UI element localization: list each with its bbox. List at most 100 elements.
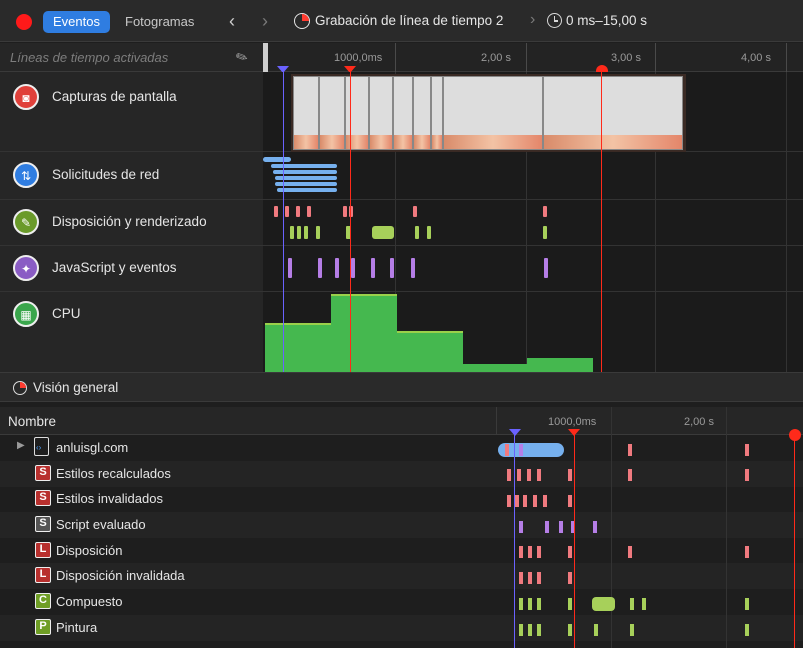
layout-event[interactable] <box>505 444 509 456</box>
cpu-bar[interactable] <box>331 294 397 372</box>
layout-event[interactable] <box>528 546 532 558</box>
breadcrumb-time-range[interactable]: 0 ms–15,00 s <box>566 13 647 28</box>
layout-event[interactable] <box>528 572 532 584</box>
disclosure-triangle-icon[interactable]: ▶ <box>17 440 25 451</box>
layout-event[interactable] <box>568 495 572 507</box>
screenshot-thumbnail[interactable] <box>293 76 319 150</box>
paint-event[interactable] <box>594 624 598 636</box>
tab-events[interactable]: Eventos <box>43 11 110 33</box>
lane-cpu[interactable]: ▦ CPU <box>0 292 263 372</box>
paint-event[interactable] <box>537 624 541 636</box>
paint-event[interactable] <box>543 226 547 239</box>
paint-event[interactable] <box>528 598 532 610</box>
paint-event[interactable] <box>630 598 634 610</box>
network-request-bar[interactable] <box>275 176 337 180</box>
record-button[interactable] <box>16 14 32 30</box>
cpu-bar[interactable] <box>397 331 463 372</box>
script-event[interactable] <box>519 444 523 456</box>
paint-event[interactable] <box>528 624 532 636</box>
script-event[interactable] <box>593 521 597 533</box>
layout-event[interactable] <box>519 546 523 558</box>
screenshot-thumbnail[interactable] <box>345 76 369 150</box>
layout-event[interactable] <box>537 572 541 584</box>
network-request-bar[interactable] <box>271 164 337 168</box>
layout-event[interactable] <box>537 469 541 481</box>
layout-event[interactable] <box>543 206 547 217</box>
table-timeline[interactable] <box>497 407 803 648</box>
timeline-ruler[interactable]: 1000,0ms 2,00 s 3,00 s 4,00 s <box>263 43 803 77</box>
paint-event[interactable] <box>519 598 523 610</box>
layout-event[interactable] <box>523 495 527 507</box>
paint-event[interactable] <box>427 226 431 239</box>
layout-event[interactable] <box>628 444 632 456</box>
paint-event[interactable] <box>415 226 419 239</box>
paint-event[interactable] <box>537 598 541 610</box>
forward-chevron-icon[interactable]: › <box>262 9 268 33</box>
paint-event[interactable] <box>372 226 394 239</box>
breadcrumb-recording[interactable]: Grabación de línea de tiempo 2 <box>315 13 503 28</box>
paint-event[interactable] <box>316 226 320 239</box>
paint-event[interactable] <box>745 598 749 610</box>
layout-event[interactable] <box>568 469 572 481</box>
paint-event[interactable] <box>592 597 615 611</box>
script-event[interactable] <box>544 258 548 278</box>
layout-event[interactable] <box>507 469 511 481</box>
layout-event[interactable] <box>537 546 541 558</box>
layout-event[interactable] <box>296 206 300 217</box>
layout-event[interactable] <box>519 572 523 584</box>
script-event[interactable] <box>390 258 394 278</box>
layout-event[interactable] <box>543 495 547 507</box>
layout-event[interactable] <box>507 495 511 507</box>
script-event[interactable] <box>318 258 322 278</box>
layout-event[interactable] <box>307 206 311 217</box>
layout-event[interactable] <box>628 469 632 481</box>
layout-event[interactable] <box>517 469 521 481</box>
column-header-name[interactable]: Nombre <box>8 414 56 429</box>
network-request-bar[interactable] <box>277 188 337 192</box>
network-request-bar[interactable] <box>275 182 337 186</box>
paint-event[interactable] <box>642 598 646 610</box>
screenshot-thumbnail[interactable] <box>431 76 443 150</box>
layout-event[interactable] <box>745 444 749 456</box>
script-event[interactable] <box>335 258 339 278</box>
back-chevron-icon[interactable]: ‹ <box>229 9 235 33</box>
script-event[interactable] <box>545 521 549 533</box>
screenshot-thumbnail[interactable] <box>319 76 345 150</box>
lane-layout-rendering[interactable]: ✎ Disposición y renderizado <box>0 200 263 246</box>
cpu-bar[interactable] <box>463 364 527 372</box>
paint-event[interactable] <box>290 226 294 239</box>
lane-network[interactable]: ⇅ Solicitudes de red <box>0 152 263 200</box>
screenshot-thumbnail[interactable] <box>413 76 431 150</box>
layout-event[interactable] <box>274 206 278 217</box>
script-event[interactable] <box>559 521 563 533</box>
layout-event[interactable] <box>745 469 749 481</box>
script-event[interactable] <box>371 258 375 278</box>
paint-event[interactable] <box>568 598 572 610</box>
layout-event[interactable] <box>568 572 572 584</box>
selection-handle[interactable] <box>263 43 268 72</box>
script-event[interactable] <box>288 258 292 278</box>
paint-event[interactable] <box>745 624 749 636</box>
lane-javascript-events[interactable]: ✦ JavaScript y eventos <box>0 246 263 292</box>
layout-event[interactable] <box>628 546 632 558</box>
edit-filter-icon[interactable]: ✎ <box>233 47 251 67</box>
cpu-bar[interactable] <box>527 358 593 372</box>
timeline-graph[interactable] <box>263 72 803 372</box>
network-request-bar[interactable] <box>263 157 291 162</box>
layout-event[interactable] <box>527 469 531 481</box>
lane-screenshots[interactable]: ◙ Capturas de pantalla <box>0 72 263 152</box>
timeline-filter[interactable]: Líneas de tiempo activadas ✎ <box>0 43 263 72</box>
paint-event[interactable] <box>297 226 301 239</box>
script-event[interactable] <box>351 258 355 278</box>
layout-event[interactable] <box>343 206 347 217</box>
script-event[interactable] <box>411 258 415 278</box>
screenshot-thumbnail[interactable] <box>369 76 393 150</box>
layout-event[interactable] <box>515 495 519 507</box>
tab-frames[interactable]: Fotogramas <box>125 11 194 33</box>
paint-event[interactable] <box>568 624 572 636</box>
layout-event[interactable] <box>285 206 289 217</box>
cpu-bar[interactable] <box>265 323 331 372</box>
script-event[interactable] <box>519 521 523 533</box>
paint-event[interactable] <box>519 624 523 636</box>
layout-event[interactable] <box>568 546 572 558</box>
